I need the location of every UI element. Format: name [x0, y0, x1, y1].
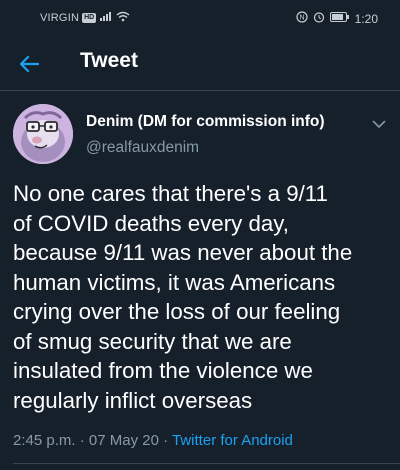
tweet-time: 2:45 p.m.	[13, 432, 76, 449]
tweet-text-line: No one cares that there's a 9/11	[13, 181, 328, 206]
tweet-text-line: insulated from the violence we	[13, 358, 313, 383]
tweet-text-line: crying over the loss of our feeling	[13, 299, 341, 324]
tweet-date: 07 May 20	[88, 432, 159, 449]
avatar[interactable]	[13, 104, 73, 164]
signal-icon	[99, 11, 113, 25]
wifi-icon	[116, 11, 130, 25]
meta-separator: ·	[163, 432, 169, 449]
status-time: 1:20	[354, 11, 378, 26]
battery-icon	[329, 12, 350, 25]
author-handle[interactable]: @realfauxdenim	[86, 139, 199, 157]
divider	[13, 463, 400, 464]
header: Tweet	[0, 36, 400, 91]
hd-badge: HD	[82, 13, 97, 23]
avatar-illustration-icon	[13, 104, 73, 164]
status-bar: VIRGIN HD N 1:20	[0, 0, 400, 36]
tweet-source-link[interactable]: Twitter for Android	[172, 432, 293, 449]
alarm-icon	[313, 11, 325, 26]
more-options-button[interactable]	[370, 115, 388, 133]
carrier-label: VIRGIN	[40, 12, 80, 24]
status-right: N 1:20	[296, 11, 378, 26]
tweet-text-line: of smug security that we are	[13, 328, 292, 354]
nfc-icon: N	[296, 11, 308, 26]
status-left: VIRGIN HD	[40, 11, 130, 25]
meta-separator: ·	[79, 432, 85, 449]
back-button[interactable]	[12, 47, 46, 81]
tweet-text-line: regularly inflict overseas	[13, 387, 253, 413]
svg-text:N: N	[299, 15, 304, 22]
author-name[interactable]: Denim (DM for commission info)	[86, 113, 325, 131]
chevron-down-icon	[372, 120, 386, 128]
tweet-text-line: because 9/11 was never about the	[13, 240, 353, 265]
tweet-meta: 2:45 p.m. · 07 May 20 · Twitter for Andr…	[13, 432, 293, 449]
tweet-text: No one cares that there's a 9/11 of COVI…	[13, 179, 391, 415]
page-title: Tweet	[80, 49, 138, 72]
arrow-left-icon	[19, 55, 39, 73]
screen: VIRGIN HD N 1:20 Tweet Denim (DM for com…	[0, 0, 400, 470]
tweet-text-line: human victims, it was Americans	[13, 269, 336, 295]
tweet-text-line: of COVID deaths every day,	[13, 210, 289, 236]
